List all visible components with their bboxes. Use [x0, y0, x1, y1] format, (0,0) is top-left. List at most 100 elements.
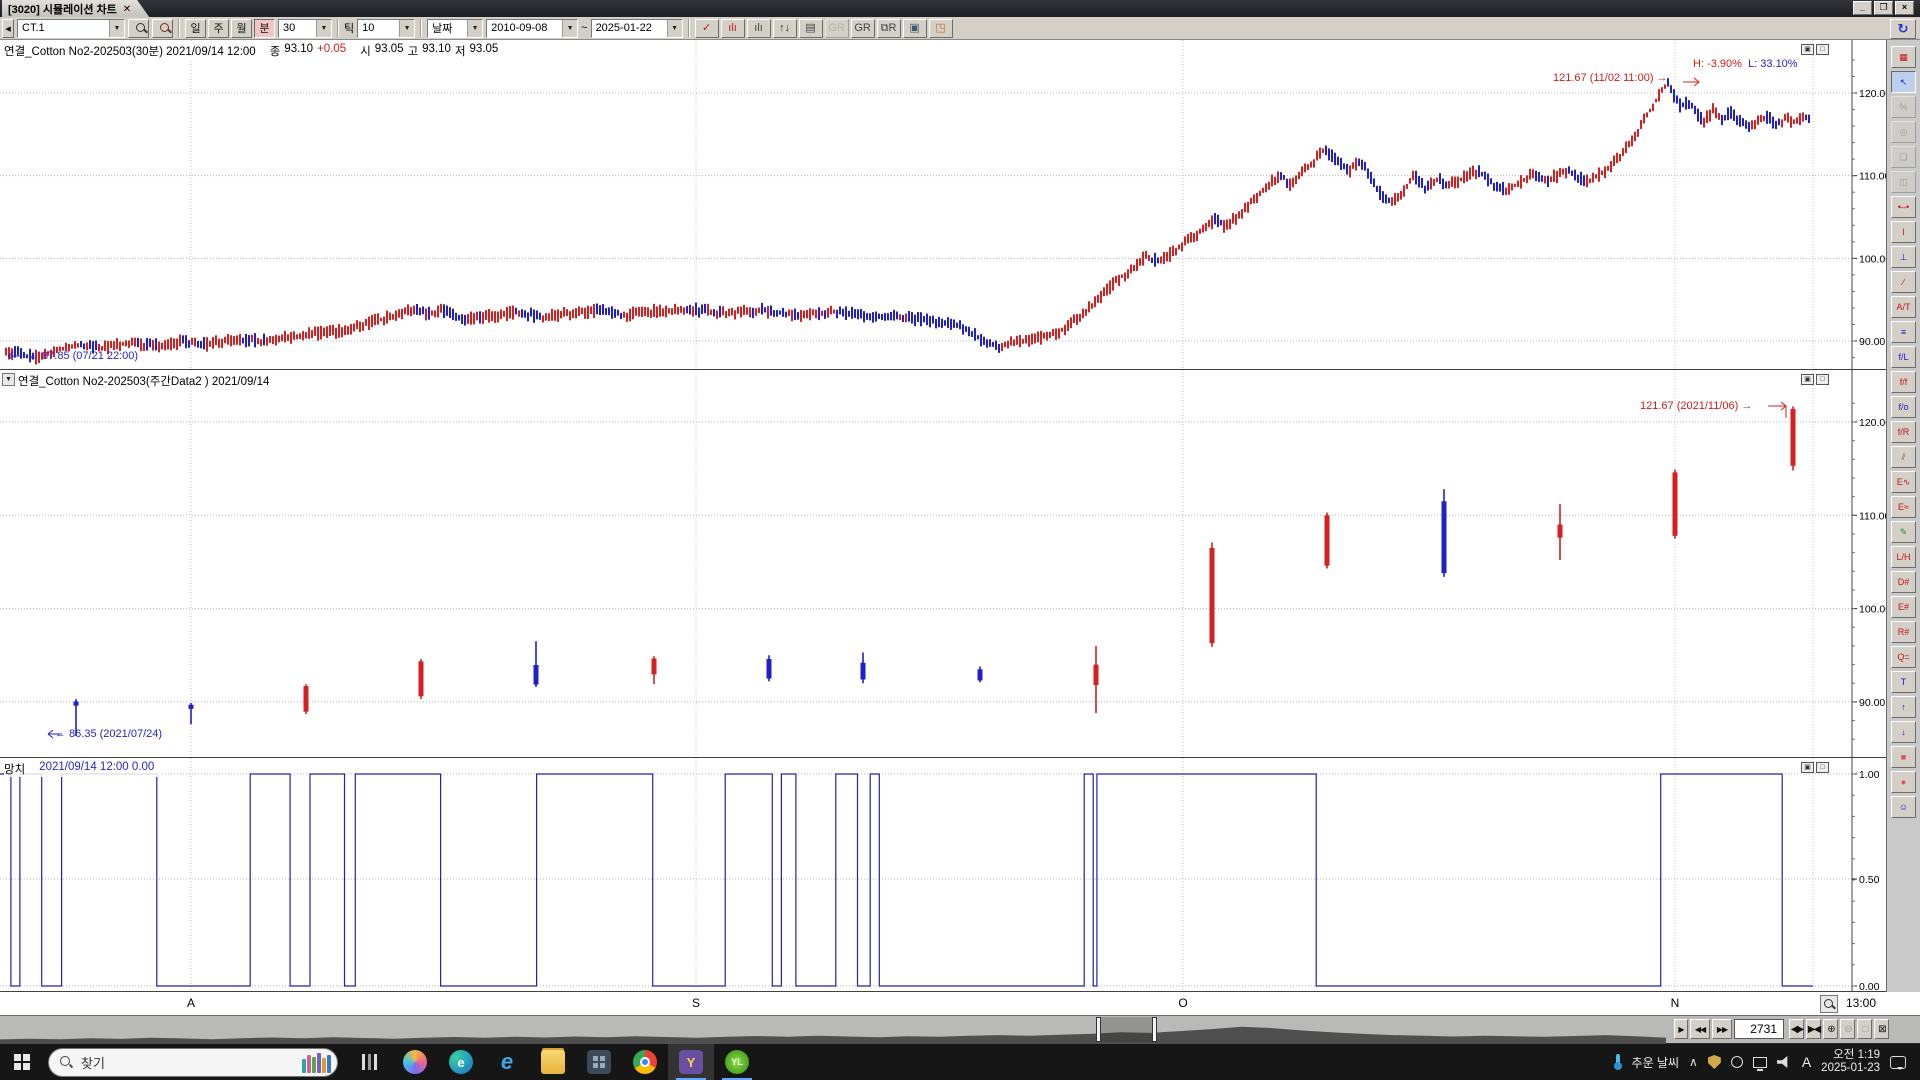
weather-icon[interactable] — [1614, 1054, 1622, 1070]
ime-indicator[interactable]: A — [1802, 1054, 1811, 1070]
region-tool-icon[interactable]: ❏ — [1891, 146, 1916, 168]
refresh-button[interactable]: ↻ — [1890, 19, 1916, 39]
hts-app-tile[interactable]: Y — [668, 1044, 714, 1080]
pane-maximize-button[interactable]: □ — [1816, 762, 1829, 773]
quote-tool-icon[interactable]: Q= — [1891, 646, 1916, 668]
pane-indicator-chart[interactable]: 1.000.500.00 망치 2021/09/14 12:00 0.00 ▣ … — [0, 758, 1886, 992]
text-note-tool-icon[interactable]: A/T — [1891, 296, 1916, 318]
minute-combo[interactable]: 30 ▼ — [278, 19, 332, 38]
fib-retrace-tool-icon[interactable]: f/R — [1891, 421, 1916, 443]
clock[interactable]: 오전 1:19 2025-01-23 — [1821, 1049, 1880, 1075]
period-button-일[interactable]: 일 — [185, 19, 206, 38]
tray-chevron-icon[interactable]: ∧ — [1689, 1055, 1698, 1069]
new-chart-button[interactable]: ▤ — [799, 19, 823, 38]
nav-step-forward-button[interactable]: ▶ — [1674, 1019, 1688, 1039]
date-from-combo[interactable]: 2010-09-08 ▼ — [486, 19, 578, 38]
date-to-combo[interactable]: 2025-01-22 ▼ — [591, 19, 683, 38]
copilot-tile[interactable] — [392, 1044, 438, 1080]
nav-expand-button[interactable]: ◀▶ — [1789, 1019, 1804, 1039]
explorer-tile[interactable] — [530, 1044, 576, 1080]
fib-lines-tool-icon[interactable]: ≡ — [1891, 321, 1916, 343]
hatch-d-tool-icon[interactable]: D# — [1891, 571, 1916, 593]
period-button-주[interactable]: 주 — [208, 19, 229, 38]
trend-line-tool-icon[interactable]: ∕ — [1891, 271, 1916, 293]
smiley-marker-icon[interactable]: ☺ — [1891, 796, 1916, 818]
nav-zoom-in-button[interactable]: ⊕ — [1823, 1019, 1838, 1039]
axis-zoom-button[interactable] — [1820, 995, 1838, 1013]
document-tab[interactable]: [3020] 시뮬레이션 차트 ✕ — [2, 0, 149, 17]
pencil-tool-icon[interactable]: ✎ — [1891, 521, 1916, 543]
square-marker-icon[interactable]: ■ — [1891, 746, 1916, 768]
navigator-selection[interactable] — [1101, 1017, 1152, 1042]
parallel-lines-tool-icon[interactable]: ⫽ — [1891, 446, 1916, 468]
volume-chart-button[interactable]: ılı — [721, 19, 745, 38]
indicator-step-plot[interactable]: 1.000.500.00 — [0, 758, 1886, 991]
chevron-down-icon[interactable]: ▼ — [467, 20, 482, 37]
elliott-impulse-tool-icon[interactable]: E≈ — [1891, 496, 1916, 518]
task-view-tile[interactable] — [346, 1044, 392, 1080]
arrow-down-marker-icon[interactable]: ↓ — [1891, 721, 1916, 743]
chevron-down-icon[interactable]: ▼ — [316, 20, 331, 37]
yl-app-tile[interactable]: YL — [714, 1044, 760, 1080]
sort-updown-button[interactable]: ↑↓ — [773, 19, 797, 38]
fib-fan-tool-icon[interactable]: f/L — [1891, 346, 1916, 368]
pattern-search-icon[interactable]: ▦ — [1891, 46, 1916, 68]
open-folder-button[interactable]: ◳ — [929, 19, 953, 38]
symbol-search-button[interactable] — [128, 19, 149, 38]
copy-r-button[interactable]: ⧉R — [877, 19, 901, 38]
template-r-button[interactable]: GR — [851, 19, 875, 38]
period-button-월[interactable]: 월 — [231, 19, 252, 38]
start-button[interactable] — [0, 1044, 44, 1080]
elliott-wave-tool-icon[interactable]: E∿ — [1891, 471, 1916, 493]
pane-maximize-button[interactable]: □ — [1816, 44, 1829, 55]
navigator-overview-plot[interactable] — [0, 1016, 1666, 1044]
pane2-dropdown-button[interactable]: ▼ — [2, 373, 15, 386]
restore-button[interactable]: ❒ — [1874, 1, 1893, 15]
pointer-tool-icon[interactable]: ↖ — [1891, 71, 1916, 93]
chevron-down-icon[interactable]: ▼ — [562, 20, 577, 37]
navigator-right-handle[interactable] — [1152, 1017, 1157, 1042]
fib-zone-tool-icon[interactable]: f/o — [1891, 396, 1916, 418]
network-icon[interactable] — [1753, 1057, 1767, 1068]
nav-area-zoom-button[interactable]: □ — [1857, 1019, 1872, 1039]
weekly-candle-plot[interactable]: 120.00110.00100.0090.00 — [0, 370, 1886, 757]
crosshair-tool-icon[interactable]: % — [1891, 96, 1916, 118]
weather-label[interactable]: 추운 날씨 — [1632, 1054, 1680, 1071]
price-line-tool-icon[interactable]: ⊥ — [1891, 246, 1916, 268]
hatch-e-tool-icon[interactable]: E# — [1891, 596, 1916, 618]
measure-tool-icon[interactable]: ◫ — [1891, 171, 1916, 193]
edge-tile[interactable]: e — [438, 1044, 484, 1080]
pane-restore-button[interactable]: ▣ — [1801, 762, 1814, 773]
pane-restore-button[interactable]: ▣ — [1801, 374, 1814, 385]
pane-restore-button[interactable]: ▣ — [1801, 44, 1814, 55]
volume-icon[interactable] — [1777, 1056, 1792, 1068]
pane-maximize-button[interactable]: □ — [1816, 374, 1829, 385]
tick-combo[interactable]: 10 ▼ — [357, 19, 415, 38]
chevron-down-icon[interactable]: ▼ — [399, 20, 414, 37]
period-button-분[interactable]: 분 — [254, 19, 275, 38]
high-low-tool-icon[interactable]: L/H — [1891, 546, 1916, 568]
notification-icon[interactable] — [1890, 1056, 1906, 1069]
navigator-left-handle[interactable] — [1096, 1017, 1101, 1042]
chevron-down-icon[interactable]: ▼ — [109, 20, 124, 37]
nav-fast-forward-button[interactable]: ▶▶ — [1712, 1019, 1732, 1039]
circle-marker-icon[interactable]: ● — [1891, 771, 1916, 793]
date-mode-combo[interactable]: 날짜 ▼ — [427, 19, 483, 38]
minimize-button[interactable]: _ — [1853, 1, 1872, 15]
nav-zoom-out-button[interactable]: ⊖ — [1840, 1019, 1855, 1039]
symbol-combo[interactable]: CT.1 ▼ — [17, 19, 125, 38]
chevron-down-icon[interactable]: ▼ — [667, 20, 682, 37]
close-button[interactable]: × — [1895, 1, 1914, 15]
ie-tile[interactable]: e — [484, 1044, 530, 1080]
indicator-check-button[interactable]: ✓ — [695, 19, 719, 38]
pane-intraday-chart[interactable]: 120.00110.00100.0090.00 연결_Cotton No2-20… — [0, 40, 1886, 370]
zoom-area-tool-icon[interactable]: ◎ — [1891, 121, 1916, 143]
nav-reset-button[interactable]: ⊠ — [1874, 1019, 1889, 1039]
calculator-tile[interactable] — [576, 1044, 622, 1080]
defender-icon[interactable] — [1708, 1055, 1721, 1069]
fib-arc-tool-icon[interactable]: f/f — [1891, 371, 1916, 393]
collapse-toolbar-button[interactable]: ◂ — [2, 19, 14, 38]
horizontal-line-tool-icon[interactable]: •–• — [1891, 196, 1916, 218]
save-button[interactable]: ▣ — [903, 19, 927, 38]
chrome-tile[interactable] — [622, 1044, 668, 1080]
